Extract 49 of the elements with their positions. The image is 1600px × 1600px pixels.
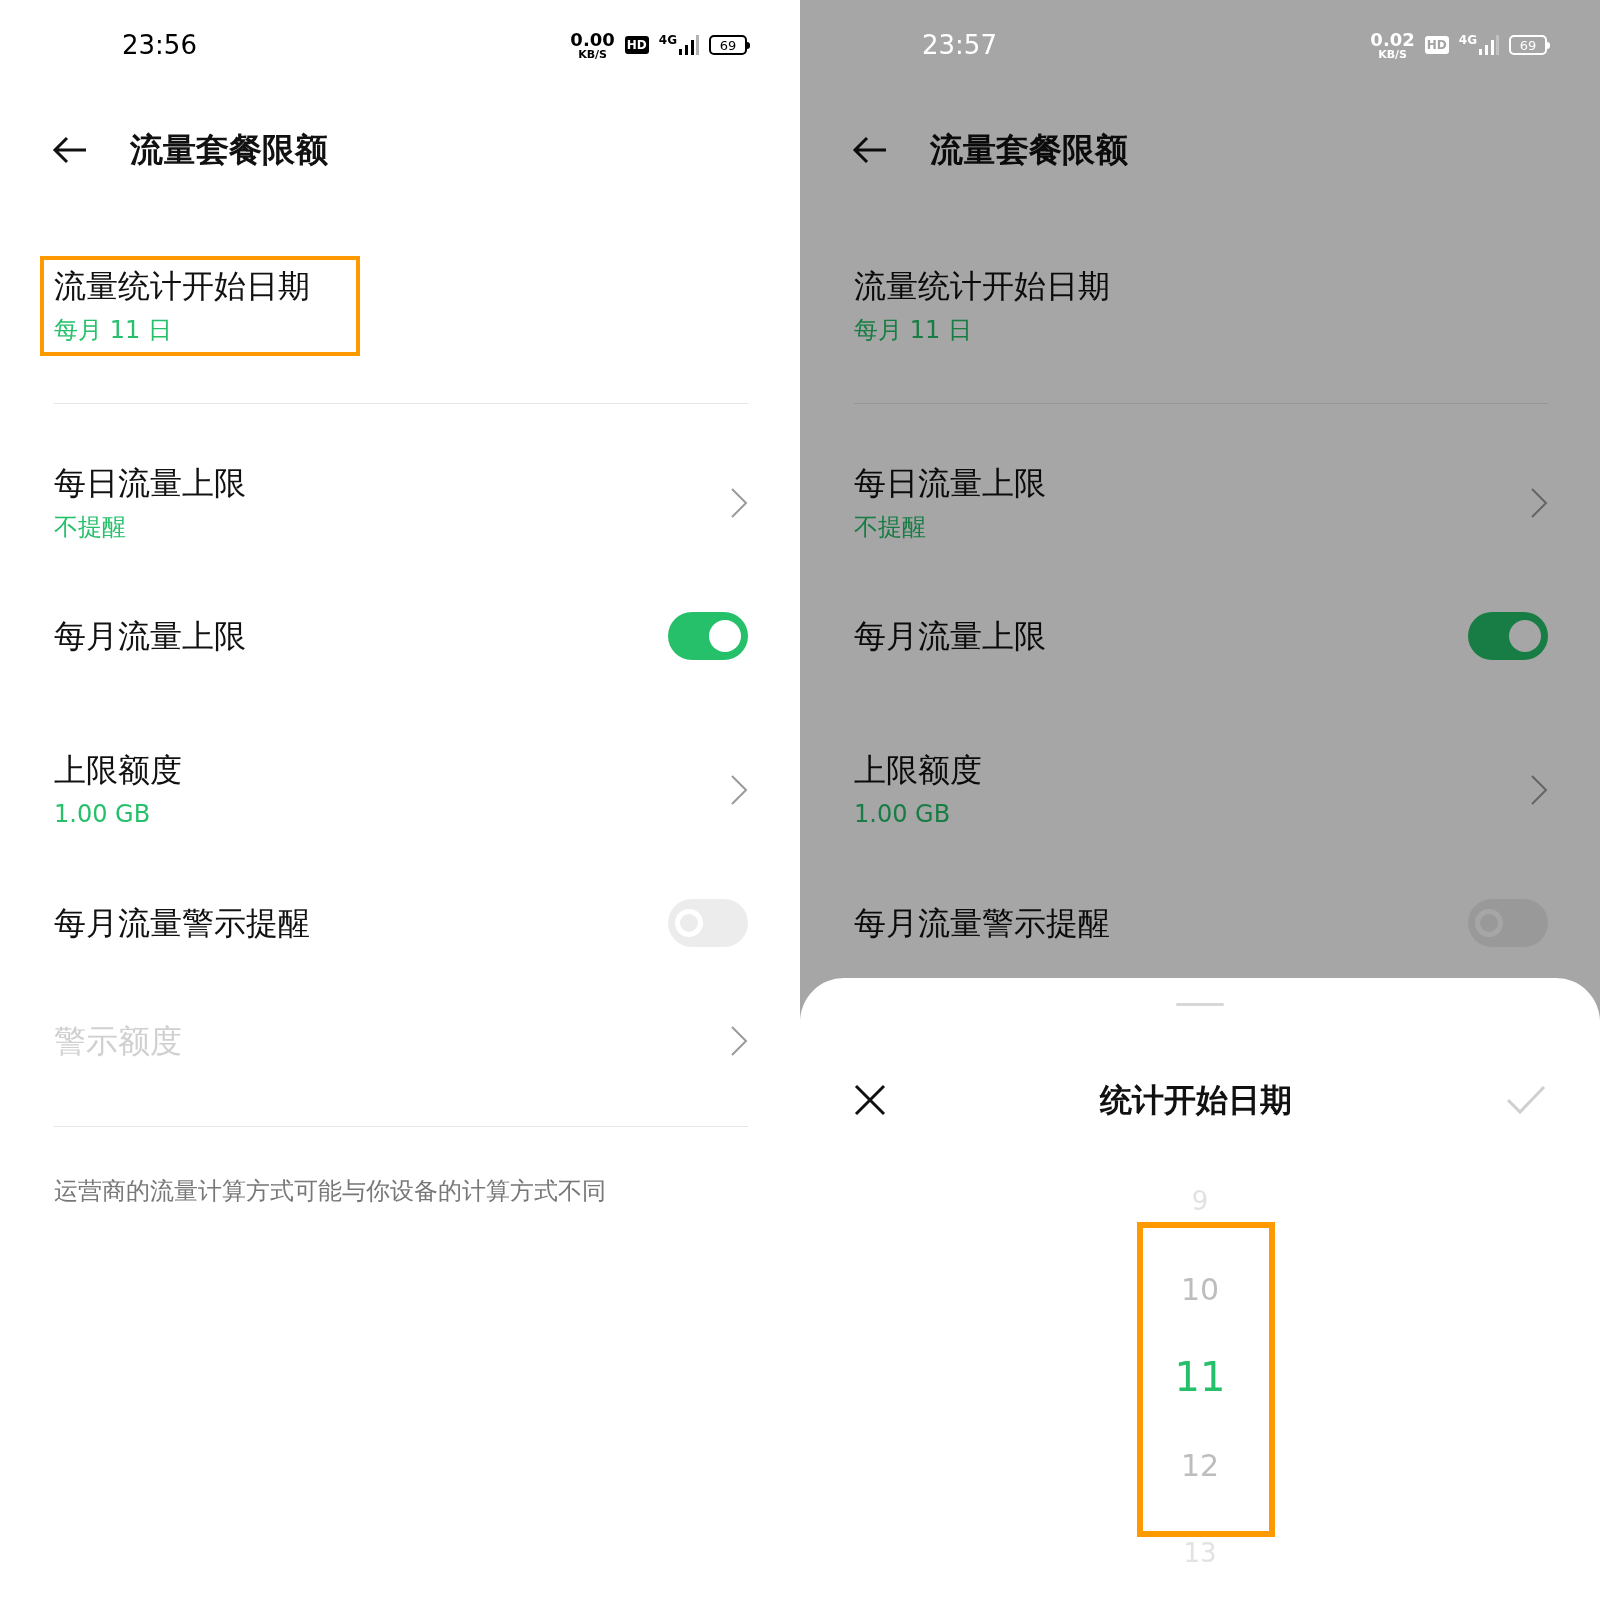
network-type: 4G xyxy=(1458,34,1477,46)
back-arrow-icon[interactable] xyxy=(852,136,888,164)
network-speed: 0.02 xyxy=(1370,30,1415,49)
row-value: 每月 11 日 xyxy=(54,315,173,346)
toggle-switch[interactable] xyxy=(1468,612,1548,660)
status-time: 23:57 xyxy=(922,28,997,62)
speed-unit: KB/S xyxy=(1378,48,1407,60)
row-title: 每月流量上限 xyxy=(854,616,1046,656)
signal-icon xyxy=(1479,34,1499,56)
network-type: 4G xyxy=(658,34,677,46)
row-title: 每日流量上限 xyxy=(54,462,246,503)
row-title: 每月流量上限 xyxy=(54,616,246,656)
chevron-right-icon xyxy=(730,486,748,519)
speed-unit: KB/S xyxy=(578,48,607,60)
battery-level: 69 xyxy=(719,38,737,52)
chevron-right-icon xyxy=(1530,773,1548,806)
close-icon[interactable] xyxy=(854,1084,886,1116)
battery-level: 69 xyxy=(1519,38,1537,52)
picker-item[interactable]: 11 xyxy=(1174,1347,1226,1407)
row-title: 流量统计开始日期 xyxy=(854,266,1110,306)
toggle-switch[interactable] xyxy=(668,612,748,660)
back-arrow-icon[interactable] xyxy=(52,136,88,164)
chevron-right-icon xyxy=(730,773,748,806)
row-title: 上限额度 xyxy=(854,749,982,790)
row-value: 不提醒 xyxy=(854,511,927,543)
hd-badge: HD xyxy=(624,36,649,54)
signal-icon xyxy=(679,34,699,56)
picker-item[interactable]: 12 xyxy=(1180,1442,1220,1488)
picker-item[interactable]: 10 xyxy=(1180,1266,1220,1312)
check-icon[interactable] xyxy=(1506,1085,1546,1115)
row-value: 1.00 GB xyxy=(854,798,952,830)
row-title: 每月流量警示提醒 xyxy=(54,903,310,943)
row-value: 1.00 GB xyxy=(54,798,152,830)
page-title: 流量套餐限额 xyxy=(930,129,1128,172)
row-value: 不提醒 xyxy=(54,511,127,543)
row-title: 每日流量上限 xyxy=(854,462,1046,503)
hd-badge: HD xyxy=(1424,36,1449,54)
row-title: 上限额度 xyxy=(54,749,182,790)
network-speed: 0.00 xyxy=(570,30,615,49)
drag-handle[interactable] xyxy=(1176,1003,1224,1006)
footnote-text: 运营商的流量计算方式可能与你设备的计算方式不同 xyxy=(54,1176,607,1207)
chevron-right-icon xyxy=(730,1024,748,1057)
status-time: 23:56 xyxy=(122,28,197,62)
sheet-title: 统计开始日期 xyxy=(1100,1080,1292,1121)
row-title: 流量统计开始日期 xyxy=(54,266,310,306)
row-title: 每月流量警示提醒 xyxy=(854,903,1110,943)
chevron-right-icon xyxy=(1530,486,1548,519)
row-value: 每月 11 日 xyxy=(854,315,973,346)
page-title: 流量套餐限额 xyxy=(130,129,328,172)
